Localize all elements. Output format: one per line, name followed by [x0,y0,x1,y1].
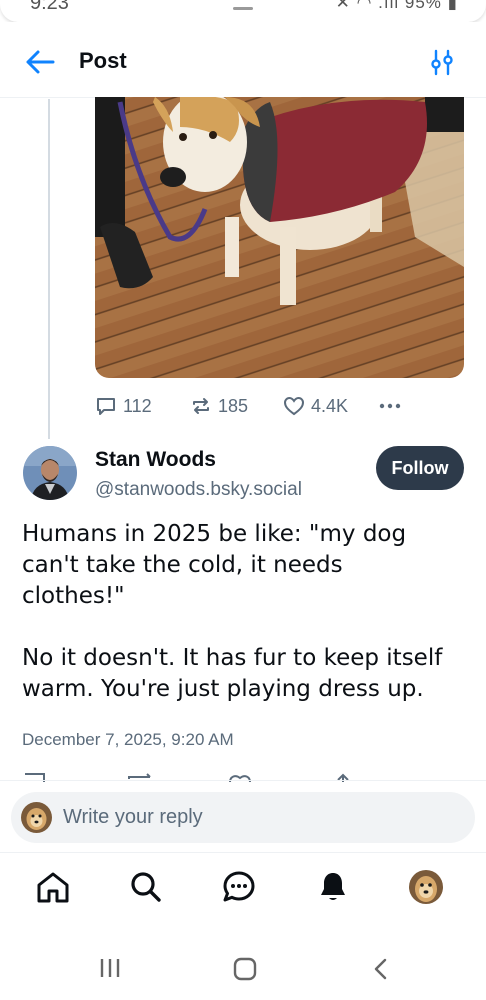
thread-settings-icon[interactable] [428,48,456,76]
parent-post-actions: 112 185 4.4K [95,392,465,420]
post-image-dog-in-coat[interactable] [95,97,464,378]
more-dots-icon [379,403,401,409]
wifi-icon: ◠ [356,0,373,12]
mute-icon: ✕ [335,0,351,12]
status-icons: ✕ ◠ .ıll 95% ▮ [336,0,458,13]
status-time: 9:23 [30,0,69,14]
reply-count: 112 [123,395,152,416]
repost-count: 185 [218,395,249,416]
reply-icon [97,398,115,415]
home-system-icon[interactable] [233,957,257,981]
status-bar: 9:23 ✕ ◠ .ıll 95% ▮ [0,0,486,22]
post-text-paragraph-2: No it doesn't. It has fur to keep itself… [22,645,443,702]
home-icon[interactable] [35,869,71,905]
follow-button[interactable]: Follow [376,446,464,490]
author-name[interactable]: Stan Woods [95,448,216,472]
like-count: 4.4K [311,395,349,416]
top-header: Post [0,22,486,98]
like-button[interactable]: 4.4K [283,392,348,420]
post-timestamp: December 7, 2025, 9:20 AM [22,730,234,749]
search-icon[interactable] [128,869,164,905]
author-avatar[interactable] [23,446,77,500]
profile-avatar[interactable] [408,869,444,905]
bottom-navigation [0,853,486,935]
signal-icon: .ıll [378,0,400,12]
back-arrow-icon[interactable] [24,48,56,76]
divider [0,780,486,781]
post-text: Humans in 2025 be like: "my dog can't ta… [22,519,472,705]
reply-button[interactable]: 112 [95,392,152,420]
post-text-paragraph-1: Humans in 2025 be like: "my dog can't ta… [22,521,407,609]
author-handle[interactable]: @stanwoods.bsky.social [95,479,302,501]
battery-percent: 95% [404,0,442,12]
repost-icon [193,398,209,414]
my-avatar [21,802,52,833]
reply-input[interactable]: Write your reply [11,792,475,843]
notification-handle[interactable] [233,7,253,10]
system-navigation-bar [0,935,486,1000]
heart-icon [283,396,305,416]
reply-placeholder[interactable]: Write your reply [63,806,203,829]
repost-icon[interactable] [128,773,151,779]
page-title: Post [79,48,127,73]
recent-apps-icon[interactable] [98,957,122,979]
thread-connector-line [48,99,50,439]
chat-icon[interactable] [221,869,257,905]
back-system-icon[interactable] [371,957,389,981]
battery-icon: ▮ [447,0,458,12]
repost-button[interactable]: 185 [190,392,248,420]
bell-icon[interactable] [315,869,351,905]
more-options-button[interactable] [377,392,409,420]
